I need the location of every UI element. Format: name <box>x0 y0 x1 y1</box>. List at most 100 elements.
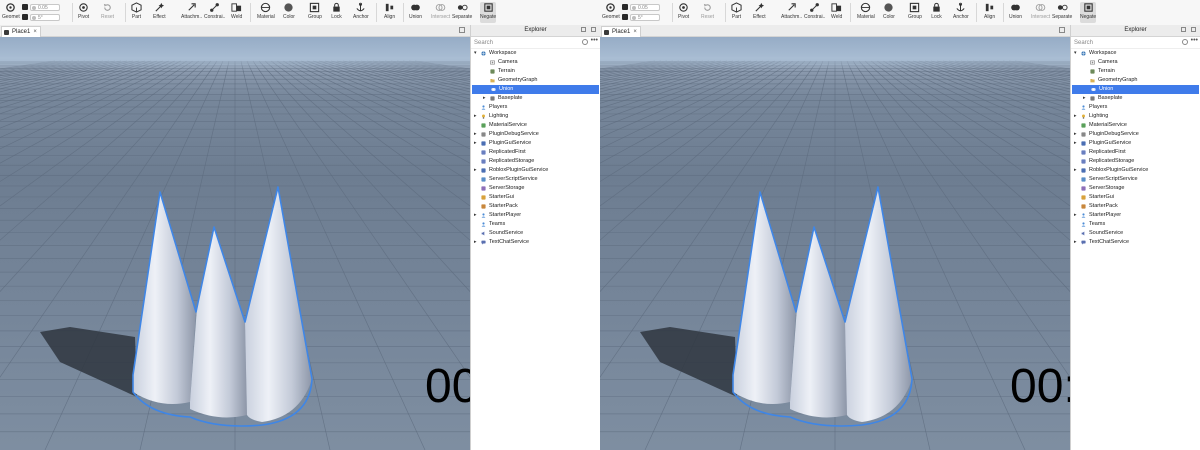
tree-item-lighting[interactable]: ▸ Lighting <box>471 112 600 121</box>
weld-button[interactable]: Weld <box>231 2 242 23</box>
align-button[interactable]: Align <box>384 2 395 23</box>
separate-button[interactable]: Separate <box>1052 2 1072 23</box>
pivot-button[interactable]: Pivot <box>678 2 689 23</box>
attachments-button[interactable]: Attachm.. <box>181 2 202 23</box>
tree-item-startergui[interactable]: StarterGui <box>1071 193 1200 202</box>
tab-place1[interactable]: Place1 × <box>601 26 641 37</box>
geometry-button[interactable]: Geomet <box>2 2 20 23</box>
part-button[interactable]: Part <box>131 2 142 23</box>
group-button[interactable]: Group <box>308 2 322 23</box>
anchor-button[interactable]: Anchor <box>953 2 969 23</box>
union-button[interactable]: Union <box>409 2 422 23</box>
color-button[interactable]: Color <box>283 2 295 23</box>
tree-item-soundservice[interactable]: SoundService <box>1071 229 1200 238</box>
tree-item-pluginguiservice[interactable]: ▸ PluginGuiService <box>471 139 600 148</box>
tree-item-camera[interactable]: Camera <box>1071 58 1200 67</box>
tree-item-geometrygraph[interactable]: GeometryGraph <box>471 76 600 85</box>
expand-arrow-icon[interactable]: ▾ <box>1074 49 1077 58</box>
tree-item-terrain[interactable]: Terrain <box>1071 67 1200 76</box>
snap-rotate-checkbox[interactable] <box>622 14 628 20</box>
expand-arrow-icon[interactable]: ▸ <box>474 211 477 220</box>
expand-arrow-icon[interactable]: ▸ <box>1074 130 1077 139</box>
lock-button[interactable]: Lock <box>331 2 342 23</box>
tree-item-geometrygraph[interactable]: GeometryGraph <box>1071 76 1200 85</box>
snap-move-input[interactable]: 0.05 <box>30 3 60 11</box>
anchor-button[interactable]: Anchor <box>353 2 369 23</box>
close-panel-icon[interactable] <box>591 27 596 32</box>
explorer-search[interactable]: Search ••• <box>1071 37 1200 49</box>
constraints-button[interactable]: Constrai.. <box>204 2 225 23</box>
tree-item-starterpack[interactable]: StarterPack <box>471 202 600 211</box>
expand-arrow-icon[interactable]: ▸ <box>474 238 477 247</box>
expand-arrow-icon[interactable]: ▸ <box>1074 112 1077 121</box>
group-button[interactable]: Group <box>908 2 922 23</box>
lock-button[interactable]: Lock <box>931 2 942 23</box>
align-button[interactable]: Align <box>984 2 995 23</box>
history-icon[interactable] <box>582 39 588 45</box>
tree-item-pluginguiservice[interactable]: ▸ PluginGuiService <box>1071 139 1200 148</box>
undock-icon[interactable] <box>1181 27 1186 32</box>
tab-place1[interactable]: Place1 × <box>1 26 41 37</box>
effect-button[interactable]: Effect <box>153 2 166 23</box>
intersect-button[interactable]: Intersect <box>431 2 450 23</box>
union-cones[interactable] <box>732 186 913 427</box>
tree-item-replicatedfirst[interactable]: ReplicatedFirst <box>1071 148 1200 157</box>
snap-move-checkbox[interactable] <box>22 4 28 10</box>
tree-item-players[interactable]: Players <box>471 103 600 112</box>
tree-item-teams[interactable]: Teams <box>1071 220 1200 229</box>
pivot-button[interactable]: Pivot <box>78 2 89 23</box>
tree-item-startergui[interactable]: StarterGui <box>471 193 600 202</box>
part-button[interactable]: Part <box>731 2 742 23</box>
expand-arrow-icon[interactable]: ▸ <box>474 130 477 139</box>
tree-item-plugindebugservice[interactable]: ▸ PluginDebugService <box>1071 130 1200 139</box>
search-input[interactable]: Search <box>474 40 493 46</box>
explorer-search[interactable]: Search ••• <box>471 37 600 49</box>
tree-item-terrain[interactable]: Terrain <box>471 67 600 76</box>
tree-item-starterplayer[interactable]: ▸ StarterPlayer <box>1071 211 1200 220</box>
negate-button[interactable]: Negate <box>480 2 497 23</box>
snap-rotate-input[interactable]: 5° <box>30 13 60 21</box>
tree-item-union[interactable]: Union <box>1072 85 1199 94</box>
tree-item-baseplate[interactable]: ▸ Baseplate <box>471 94 600 103</box>
expand-arrow-icon[interactable]: ▸ <box>1074 139 1077 148</box>
snap-rotate-input[interactable]: 5° <box>630 13 660 21</box>
dock-icon[interactable] <box>459 27 465 33</box>
tree-item-materialservice[interactable]: MaterialService <box>471 121 600 130</box>
expand-arrow-icon[interactable]: ▸ <box>1074 166 1077 175</box>
union-cones[interactable] <box>132 186 313 427</box>
union-button[interactable]: Union <box>1009 2 1022 23</box>
effect-button[interactable]: Effect <box>753 2 766 23</box>
tree-item-replicatedstorage[interactable]: ReplicatedStorage <box>471 157 600 166</box>
expand-arrow-icon[interactable]: ▸ <box>1074 211 1077 220</box>
tree-item-players[interactable]: Players <box>1071 103 1200 112</box>
more-icon[interactable]: ••• <box>591 37 598 44</box>
tree-item-textchatservice[interactable]: ▸ TextChatService <box>471 238 600 247</box>
snap-move-checkbox[interactable] <box>622 4 628 10</box>
tree-item-serverstorage[interactable]: ServerStorage <box>471 184 600 193</box>
expand-arrow-icon[interactable]: ▸ <box>483 94 486 103</box>
tree-item-lighting[interactable]: ▸ Lighting <box>1071 112 1200 121</box>
attachments-button[interactable]: Attachm.. <box>781 2 802 23</box>
tree-item-textchatservice[interactable]: ▸ TextChatService <box>1071 238 1200 247</box>
expand-arrow-icon[interactable]: ▾ <box>474 49 477 58</box>
tree-item-serverstorage[interactable]: ServerStorage <box>1071 184 1200 193</box>
material-button[interactable]: Material <box>857 2 875 23</box>
expand-arrow-icon[interactable]: ▸ <box>1074 238 1077 247</box>
tree-item-replicatedstorage[interactable]: ReplicatedStorage <box>1071 157 1200 166</box>
constraints-button[interactable]: Constrai.. <box>804 2 825 23</box>
expand-arrow-icon[interactable]: ▸ <box>1083 94 1086 103</box>
dock-icon[interactable] <box>1059 27 1065 33</box>
tree-item-camera[interactable]: Camera <box>471 58 600 67</box>
tree-item-union[interactable]: Union <box>472 85 599 94</box>
undock-icon[interactable] <box>581 27 586 32</box>
close-panel-icon[interactable] <box>1191 27 1196 32</box>
tree-item-baseplate[interactable]: ▸ Baseplate <box>1071 94 1200 103</box>
reset-button[interactable]: Reset <box>101 2 114 23</box>
expand-arrow-icon[interactable]: ▸ <box>474 139 477 148</box>
negate-button[interactable]: Negate <box>1080 2 1097 23</box>
3d-viewport[interactable]: 00.03 <box>0 37 470 450</box>
tree-item-replicatedfirst[interactable]: ReplicatedFirst <box>471 148 600 157</box>
tree-item-soundservice[interactable]: SoundService <box>471 229 600 238</box>
search-input[interactable]: Search <box>1074 40 1093 46</box>
snap-move-input[interactable]: 0.05 <box>630 3 660 11</box>
